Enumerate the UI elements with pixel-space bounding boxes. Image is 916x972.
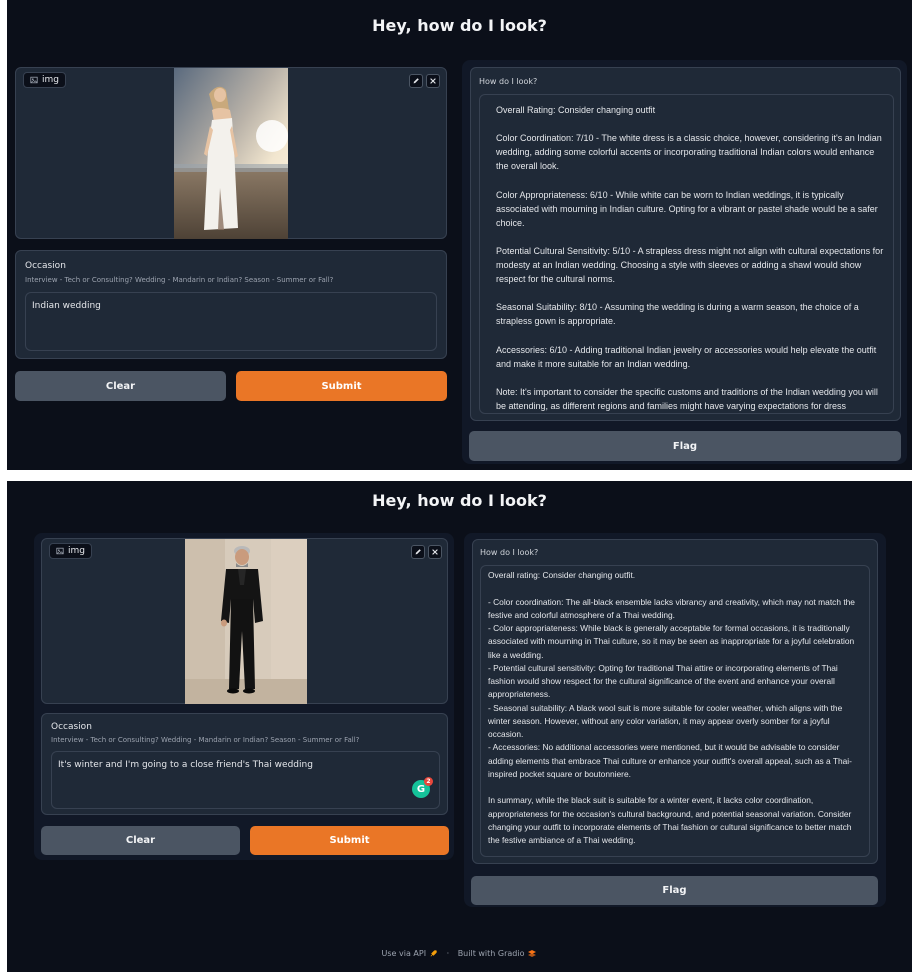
output-paragraph: Color Coordination: 7/10 - The white dre…	[496, 133, 882, 172]
output-paragraph: Accessories: 6/10 - Adding traditional I…	[496, 344, 877, 369]
image-label-text: img	[42, 75, 59, 85]
image-icon	[30, 76, 38, 84]
occasion-label: Occasion	[51, 722, 92, 732]
output-paragraph: Color Appropriateness: 6/10 - While whit…	[496, 189, 878, 228]
output-label: How do I look?	[479, 77, 538, 86]
submit-button[interactable]: Submit	[250, 826, 449, 855]
rocket-icon	[430, 950, 437, 957]
output-paragraph: Overall Rating: Consider changing outfit	[496, 105, 656, 115]
image-input[interactable]: img	[41, 538, 448, 704]
page-title: Hey, how do I look?	[372, 491, 547, 510]
app-screenshot-thai-wedding: Hey, how do I look? img Occasion Intervi…	[7, 481, 912, 972]
built-with-gradio-link[interactable]: Built with Gradio	[458, 949, 538, 958]
output-textbox[interactable]: Overall rating: Consider changing outfit…	[480, 565, 870, 857]
output-block: How do I look? Overall Rating: Consider …	[470, 67, 901, 421]
output-paragraph: In summary, while the black suit is suit…	[488, 795, 852, 845]
occasion-input[interactable]: Indian wedding	[25, 292, 437, 351]
occasion-label: Occasion	[25, 261, 66, 271]
footer-separator: ·	[446, 949, 450, 958]
clear-button[interactable]: Clear	[41, 826, 240, 855]
output-paragraph: Seasonal Suitability: 8/10 - Assuming th…	[496, 302, 859, 327]
clear-button[interactable]: Clear	[15, 371, 226, 401]
occasion-block: Occasion Interview - Tech or Consulting?…	[41, 713, 448, 815]
edit-image-button[interactable]	[411, 545, 425, 559]
output-paragraph: Potential Cultural Sensitivity: 5/10 - A…	[496, 245, 884, 285]
gradio-logo-icon	[528, 950, 537, 957]
footer: Use via API · Built with Gradio	[7, 949, 912, 958]
close-icon	[432, 549, 438, 555]
close-icon	[430, 78, 436, 84]
output-paragraph: - Color coordination: The all-black ense…	[488, 596, 855, 779]
occasion-input[interactable]: It's winter and I'm going to a close fri…	[51, 751, 440, 809]
occasion-info: Interview - Tech or Consulting? Wedding …	[51, 736, 360, 744]
submit-button[interactable]: Submit	[236, 371, 447, 401]
output-block: How do I look? Overall rating: Consider …	[472, 539, 878, 864]
page-title: Hey, how do I look?	[372, 16, 547, 35]
image-icon	[56, 547, 64, 555]
image-label: img	[23, 72, 66, 88]
output-textbox[interactable]: Overall Rating: Consider changing outfit…	[479, 94, 894, 414]
use-via-api-text: Use via API	[381, 949, 427, 958]
occasion-block: Occasion Interview - Tech or Consulting?…	[15, 250, 447, 359]
output-paragraph: Note: It's important to consider the spe…	[496, 386, 878, 411]
built-with-gradio-text: Built with Gradio	[457, 949, 525, 958]
edit-image-button[interactable]	[409, 74, 423, 88]
image-label-text: img	[68, 546, 85, 556]
flag-button[interactable]: Flag	[469, 431, 901, 461]
remove-image-button[interactable]	[428, 545, 442, 559]
app-screenshot-indian-wedding: Hey, how do I look? img Occasion Intervi…	[7, 0, 912, 470]
grammarly-suggestion-count: 2	[424, 777, 433, 786]
grammarly-icon[interactable]: G2	[412, 777, 433, 798]
pencil-icon	[413, 78, 419, 84]
output-paragraph: Overall rating: Consider changing outfit…	[488, 570, 636, 580]
uploaded-photo-man-black-suit	[185, 539, 307, 704]
use-via-api-link[interactable]: Use via API	[382, 949, 439, 958]
output-label: How do I look?	[480, 548, 539, 557]
flag-button[interactable]: Flag	[471, 876, 878, 905]
image-label: img	[49, 543, 92, 559]
occasion-info: Interview - Tech or Consulting? Wedding …	[25, 276, 334, 284]
pencil-icon	[415, 549, 421, 555]
uploaded-photo-woman-white-dress	[174, 68, 288, 239]
image-input[interactable]: img	[15, 67, 447, 239]
remove-image-button[interactable]	[426, 74, 440, 88]
